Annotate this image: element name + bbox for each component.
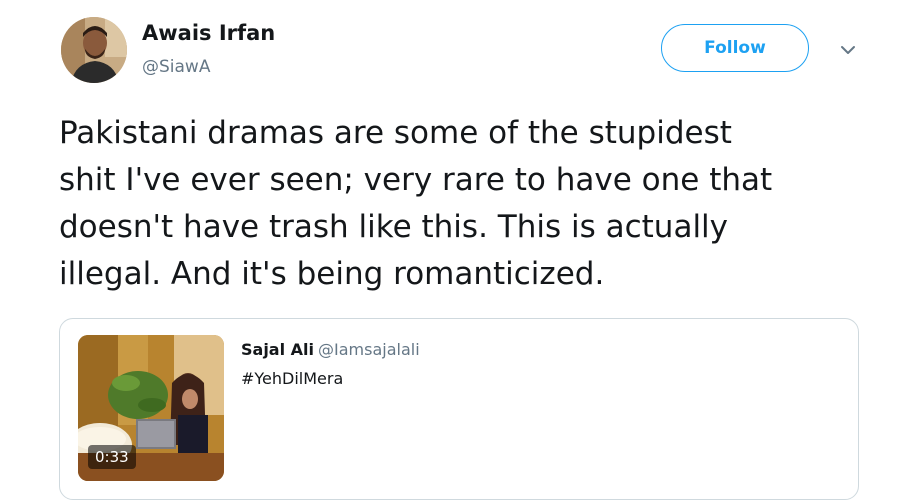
author-handle[interactable]: @SiawA [142, 57, 210, 77]
author-name[interactable]: Awais Irfan [142, 21, 275, 45]
quoted-tweet-text: #YehDilMera [241, 369, 344, 388]
video-duration: 0:33 [88, 445, 136, 469]
follow-button[interactable]: Follow [661, 24, 809, 72]
author-avatar[interactable] [61, 17, 127, 83]
tweet-card: Awais Irfan @SiawA Follow Pakistani dram… [0, 0, 900, 500]
quoted-tweet[interactable]: 0:33 Sajal Ali @Iamsajalali #YehDilMera [59, 318, 859, 500]
quoted-author-name[interactable]: Sajal Ali [241, 340, 314, 359]
chevron-down-icon[interactable] [838, 40, 858, 60]
video-thumbnail[interactable]: 0:33 [78, 335, 224, 481]
tweet-text: Pakistani dramas are some of the stupide… [59, 115, 773, 292]
quoted-author-handle[interactable]: @Iamsajalali [318, 340, 420, 359]
